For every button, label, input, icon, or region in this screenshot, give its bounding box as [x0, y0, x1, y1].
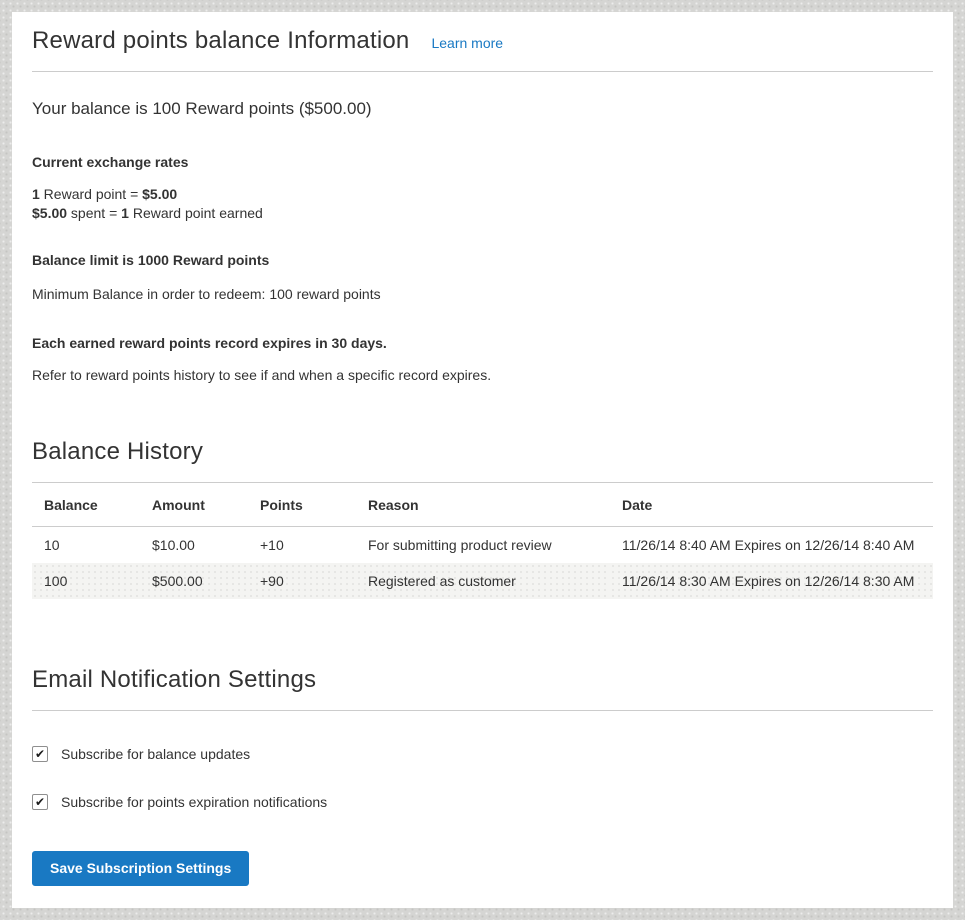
subscribe-expiration-notifications-row[interactable]: ✔ Subscribe for points expiration notifi…: [32, 793, 327, 811]
exchange-rate-currency-to-points: $5.00 spent = 1 Reward point earned: [32, 204, 933, 223]
page-title: Reward points balance Information: [32, 26, 409, 56]
column-header-date: Date: [610, 483, 933, 527]
rate1-value: $5.00: [142, 186, 177, 202]
subscribe-balance-updates-label: Subscribe for balance updates: [61, 745, 250, 763]
learn-more-link[interactable]: Learn more: [431, 35, 503, 51]
table-row: 10 $10.00 +10 For submitting product rev…: [32, 527, 933, 564]
checkbox-checked-icon[interactable]: ✔: [32, 794, 48, 810]
reward-info-section-header: Reward points balance Information Learn …: [32, 26, 933, 72]
cell-balance: 10: [32, 527, 140, 564]
cell-reason: For submitting product review: [356, 527, 610, 564]
reward-points-panel: Reward points balance Information Learn …: [12, 12, 953, 908]
rate2-text2: Reward point earned: [129, 205, 263, 221]
cell-date: 11/26/14 8:40 AM Expires on 12/26/14 8:4…: [610, 527, 933, 564]
balance-summary: Your balance is 100 Reward points ($500.…: [32, 98, 933, 120]
subscribe-balance-updates-row[interactable]: ✔ Subscribe for balance updates: [32, 745, 250, 763]
rate2-points: 1: [121, 205, 129, 221]
cell-balance: 100: [32, 563, 140, 599]
balance-history-title: Balance History: [32, 437, 203, 467]
rate1-points: 1: [32, 186, 40, 202]
balance-history-section-header: Balance History: [32, 437, 933, 483]
exchange-rate-points-to-currency: 1 Reward point = $5.00: [32, 185, 933, 204]
column-header-reason: Reason: [356, 483, 610, 527]
balance-history-table: Balance Amount Points Reason Date 10 $10…: [32, 483, 933, 599]
cell-reason: Registered as customer: [356, 563, 610, 599]
exchange-rates-heading: Current exchange rates: [32, 153, 933, 171]
checkbox-checked-icon[interactable]: ✔: [32, 746, 48, 762]
save-subscription-settings-button[interactable]: Save Subscription Settings: [32, 851, 249, 886]
cell-date: 11/26/14 8:30 AM Expires on 12/26/14 8:3…: [610, 563, 933, 599]
email-notification-section: Email Notification Settings ✔ Subscribe …: [32, 665, 933, 886]
column-header-points: Points: [248, 483, 356, 527]
balance-limit-heading: Balance limit is 1000 Reward points: [32, 251, 933, 269]
cell-amount: $500.00: [140, 563, 248, 599]
rate2-value: $5.00: [32, 205, 67, 221]
email-notification-section-header: Email Notification Settings: [32, 665, 933, 711]
table-header-row: Balance Amount Points Reason Date: [32, 483, 933, 527]
table-row: 100 $500.00 +90 Registered as customer 1…: [32, 563, 933, 599]
column-header-balance: Balance: [32, 483, 140, 527]
expiration-heading: Each earned reward points record expires…: [32, 334, 933, 352]
column-header-amount: Amount: [140, 483, 248, 527]
cell-points: +90: [248, 563, 356, 599]
cell-points: +10: [248, 527, 356, 564]
rate1-text: Reward point =: [40, 186, 142, 202]
subscribe-expiration-notifications-label: Subscribe for points expiration notifica…: [61, 793, 327, 811]
balance-history-section: Balance History Balance Amount Points Re…: [32, 437, 933, 599]
minimum-redeem-note: Minimum Balance in order to redeem: 100 …: [32, 285, 933, 304]
email-notification-title: Email Notification Settings: [32, 665, 316, 695]
rate2-text1: spent =: [67, 205, 121, 221]
expiration-note: Refer to reward points history to see if…: [32, 366, 933, 385]
cell-amount: $10.00: [140, 527, 248, 564]
